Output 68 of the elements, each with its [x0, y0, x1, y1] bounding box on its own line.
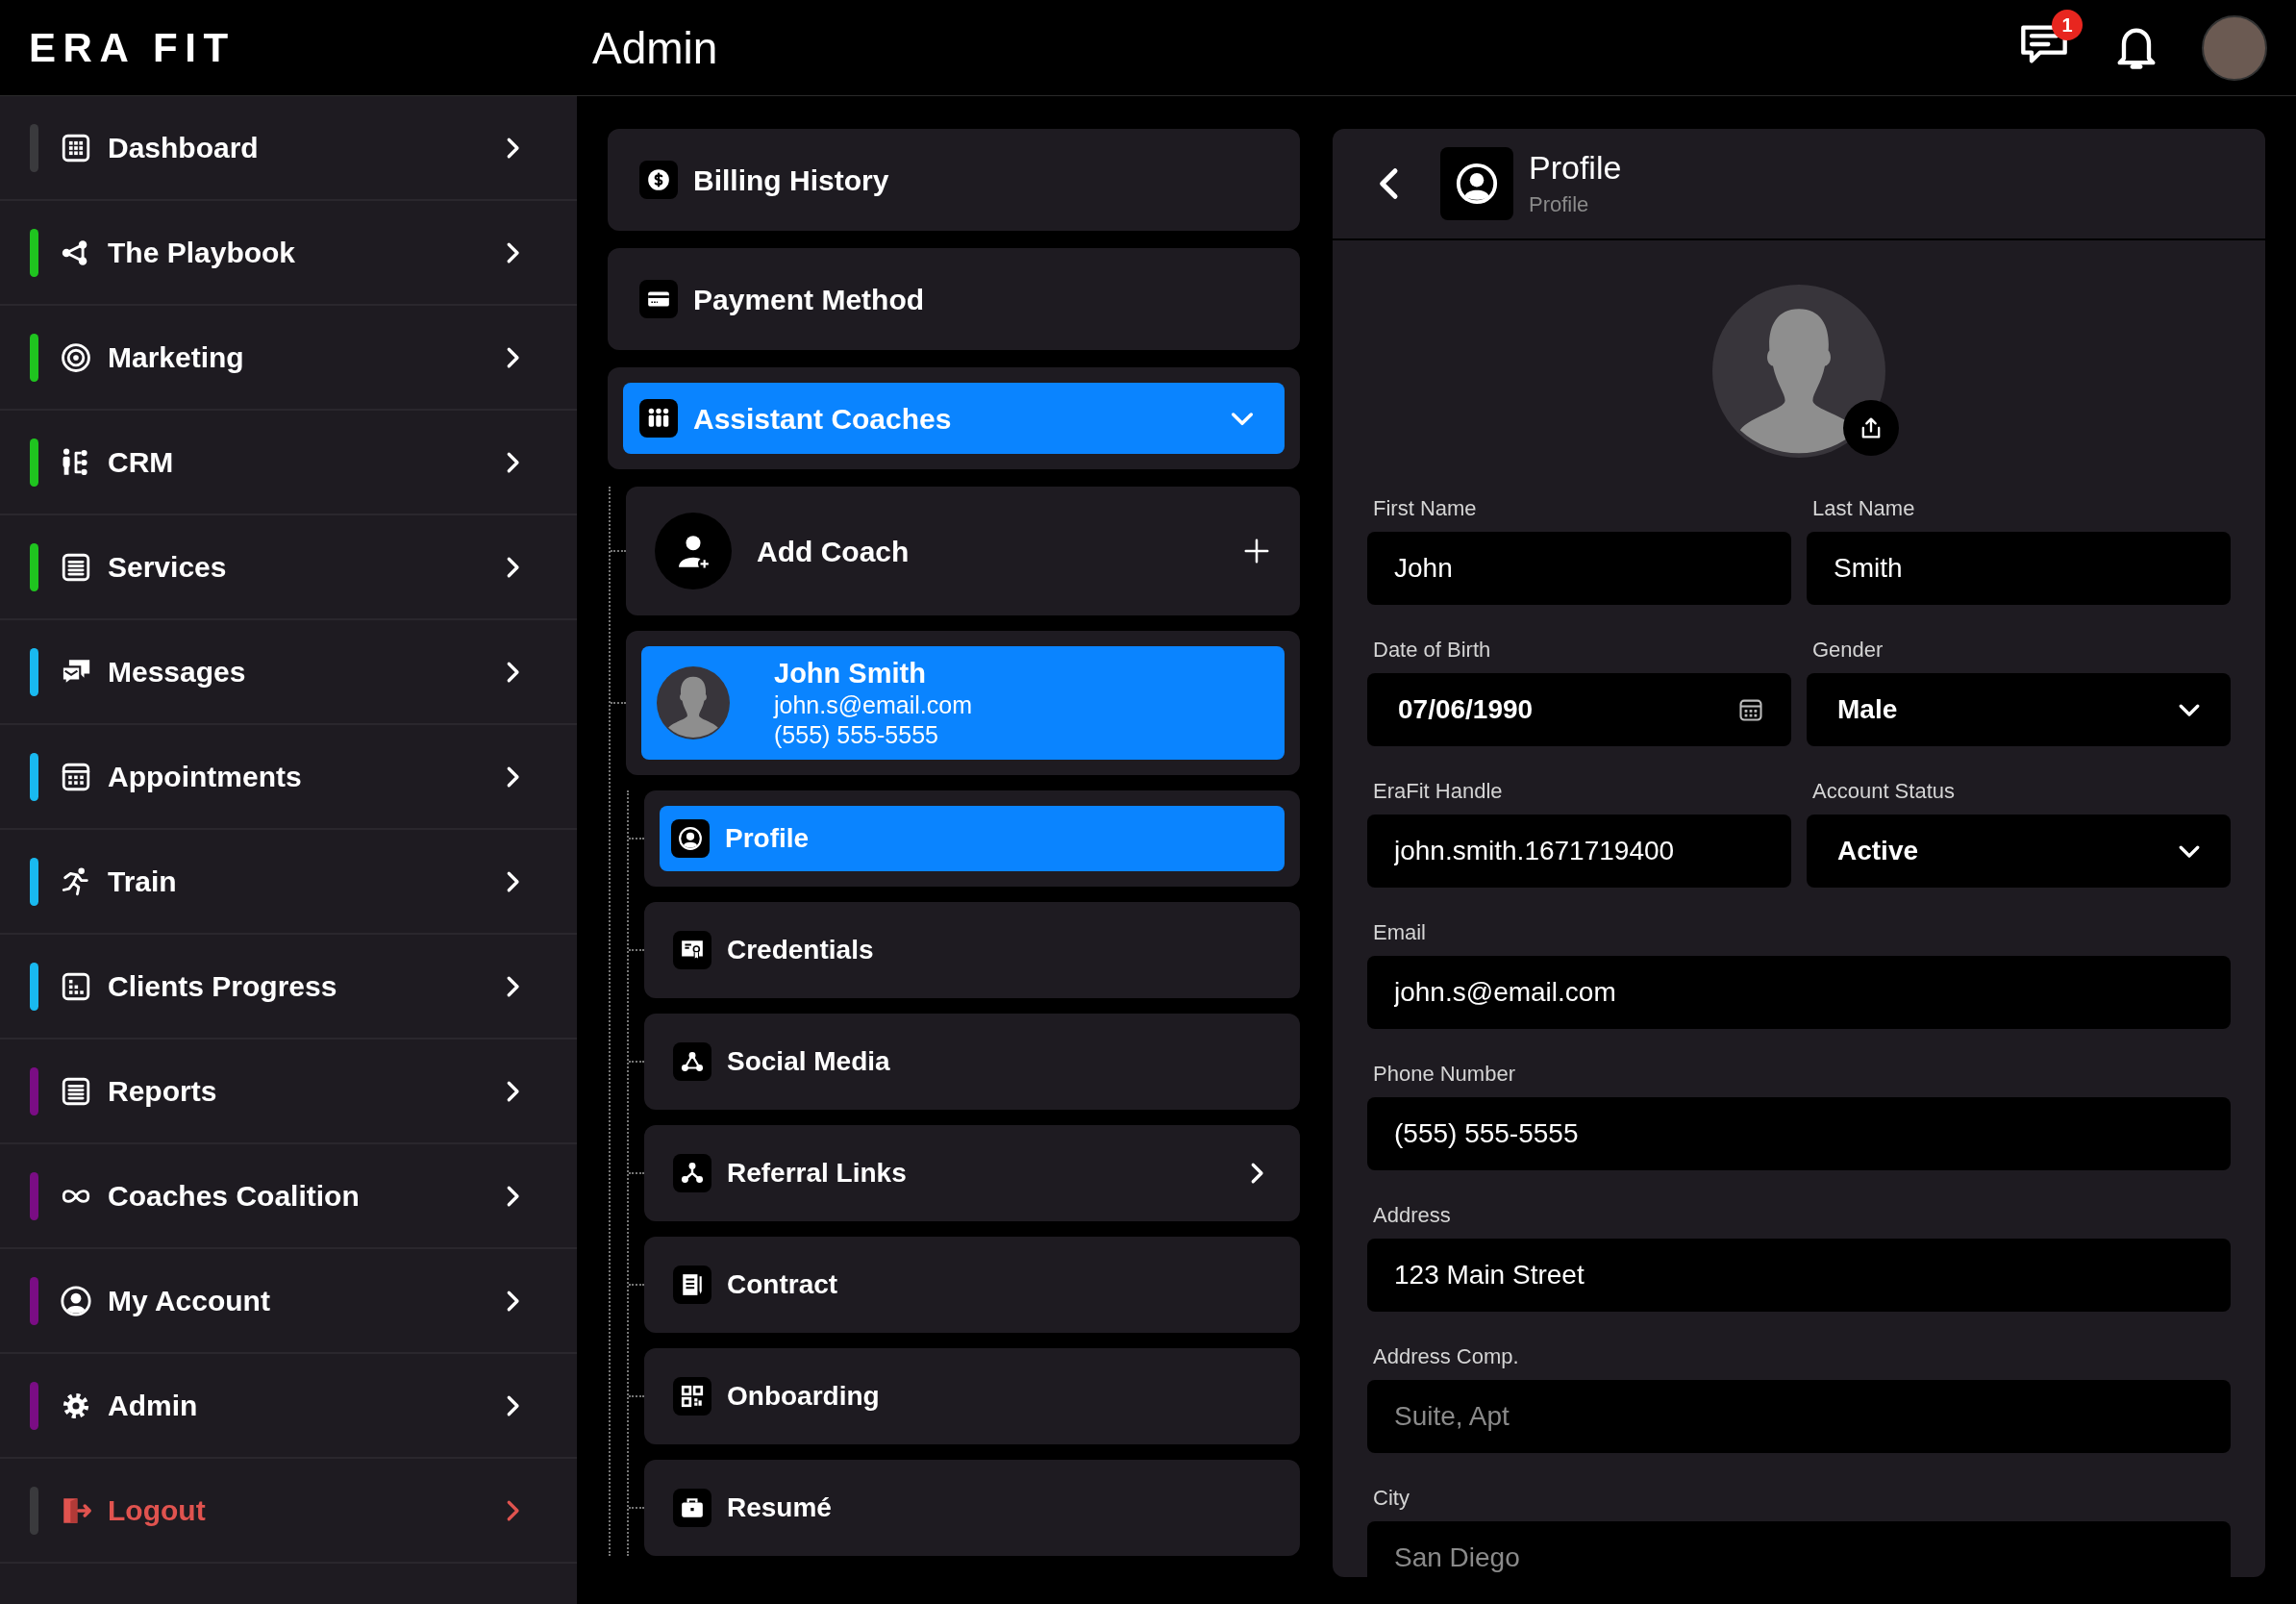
- menu-item[interactable]: Billing History: [608, 129, 1300, 231]
- panel-title: Profile: [1529, 148, 1622, 188]
- input-field[interactable]: (555) 555-5555: [1367, 1097, 2231, 1170]
- select-field[interactable]: Male: [1807, 673, 2231, 746]
- page-title: Admin: [592, 25, 719, 70]
- submenu-item[interactable]: Onboarding: [644, 1348, 1300, 1444]
- dollar-icon: [646, 167, 671, 192]
- certificate-icon: [680, 938, 705, 963]
- input-field[interactable]: John: [1367, 532, 1791, 605]
- field-label: EraFit Handle: [1372, 778, 1504, 805]
- field-label: City: [1372, 1485, 1410, 1512]
- submenu-item[interactable]: Profile: [660, 806, 1285, 871]
- group-header[interactable]: Assistant Coaches: [623, 383, 1285, 454]
- sidebar-item[interactable]: Reports: [0, 1040, 577, 1144]
- sidebar-item[interactable]: Coaches Coalition: [0, 1144, 577, 1249]
- user-circle-icon: [60, 1284, 92, 1317]
- submenu-item[interactable]: Social Media: [644, 1014, 1300, 1110]
- select-field[interactable]: Active: [1807, 815, 2231, 888]
- coach-name: John Smith: [774, 656, 927, 690]
- sidebar-item[interactable]: Marketing: [0, 306, 577, 411]
- sidebar-item[interactable]: Admin: [0, 1354, 577, 1459]
- field-label: Last Name: [1811, 495, 1916, 522]
- sidebar-item[interactable]: Messages: [0, 620, 577, 725]
- field-label: Account Status: [1811, 778, 1956, 805]
- submenu-item[interactable]: Resumé: [644, 1460, 1300, 1556]
- menu-item[interactable]: Payment Method: [608, 248, 1300, 350]
- panel-subtitle: Profile: [1529, 190, 1590, 218]
- user-circle-icon: [678, 826, 703, 851]
- sidebar-item[interactable]: Dashboard: [0, 96, 577, 201]
- sidebar-item[interactable]: The Playbook: [0, 201, 577, 306]
- sidebar-item[interactable]: Services: [0, 515, 577, 620]
- field-label: Address Comp.: [1372, 1343, 1520, 1370]
- input-field[interactable]: john.s@email.com: [1367, 956, 2231, 1029]
- notification-badge: 1: [2052, 10, 2083, 40]
- sidebar-item[interactable]: Train: [0, 830, 577, 935]
- field-label: Address: [1372, 1202, 1452, 1229]
- user-circle-icon: [1455, 162, 1499, 206]
- target-icon: [60, 340, 92, 374]
- field-label: Gender: [1811, 637, 1884, 664]
- input-field[interactable]: john.smith.1671719400: [1367, 815, 1791, 888]
- qr-code-icon: [680, 1384, 705, 1409]
- plus-icon: [1242, 537, 1271, 565]
- document-icon: [680, 1272, 705, 1297]
- coach-phone: (555) 555-5555: [774, 720, 939, 751]
- coach-item[interactable]: John Smith john.s@email.com (555) 555-5555: [641, 646, 1285, 760]
- sidebar-item[interactable]: Logout: [0, 1459, 577, 1564]
- sidebar-item[interactable]: Clients Progress: [0, 935, 577, 1040]
- field-label: First Name: [1372, 495, 1478, 522]
- sidebar-item[interactable]: My Account: [0, 1249, 577, 1354]
- field-label: Date of Birth: [1372, 637, 1492, 664]
- field-label: Email: [1372, 919, 1427, 946]
- add-coach-button[interactable]: Add Coach: [626, 487, 1300, 615]
- briefcase-icon: [680, 1495, 705, 1520]
- input-field[interactable]: San Diego: [1367, 1521, 2231, 1577]
- branch-icon: [680, 1161, 705, 1186]
- submenu-item[interactable]: Credentials: [644, 902, 1300, 998]
- coach-email: john.s@email.com: [774, 689, 972, 720]
- sidebar-item[interactable]: Appointments: [0, 725, 577, 830]
- share-icon: [680, 1049, 705, 1074]
- date-field[interactable]: 07/06/1990: [1367, 673, 1791, 746]
- logo: ERA FIT: [28, 27, 237, 68]
- submenu-item[interactable]: Referral Links: [644, 1125, 1300, 1221]
- sidebar-item[interactable]: CRM: [0, 411, 577, 515]
- input-field[interactable]: Smith: [1807, 532, 2231, 605]
- submenu-item[interactable]: Contract: [644, 1237, 1300, 1333]
- field-label: Phone Number: [1372, 1061, 1516, 1088]
- input-field[interactable]: Suite, Apt: [1367, 1380, 2231, 1453]
- input-field[interactable]: 123 Main Street: [1367, 1239, 2231, 1312]
